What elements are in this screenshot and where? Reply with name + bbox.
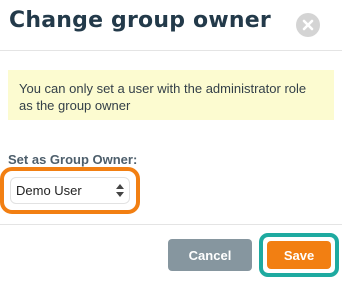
dialog-header: Change group owner — [0, 0, 342, 51]
cancel-button[interactable]: Cancel — [168, 239, 252, 271]
dialog-title: Change group owner — [9, 8, 271, 33]
info-notice: You can only set a user with the adminis… — [8, 70, 334, 120]
select-highlight-ring: Demo User — [0, 167, 140, 214]
footer-divider — [0, 224, 342, 225]
save-button[interactable]: Save — [267, 241, 331, 269]
group-owner-label: Set as Group Owner: — [8, 152, 138, 167]
close-button[interactable] — [296, 13, 320, 37]
info-notice-text: You can only set a user with the adminis… — [19, 81, 307, 113]
save-highlight-ring: Save — [259, 233, 339, 277]
group-owner-select-value: Demo User — [16, 183, 82, 198]
close-icon — [302, 19, 314, 31]
group-owner-select[interactable]: Demo User — [10, 177, 130, 204]
change-group-owner-dialog: Change group owner You can only set a us… — [0, 0, 342, 282]
updown-arrows-icon — [115, 183, 125, 203]
